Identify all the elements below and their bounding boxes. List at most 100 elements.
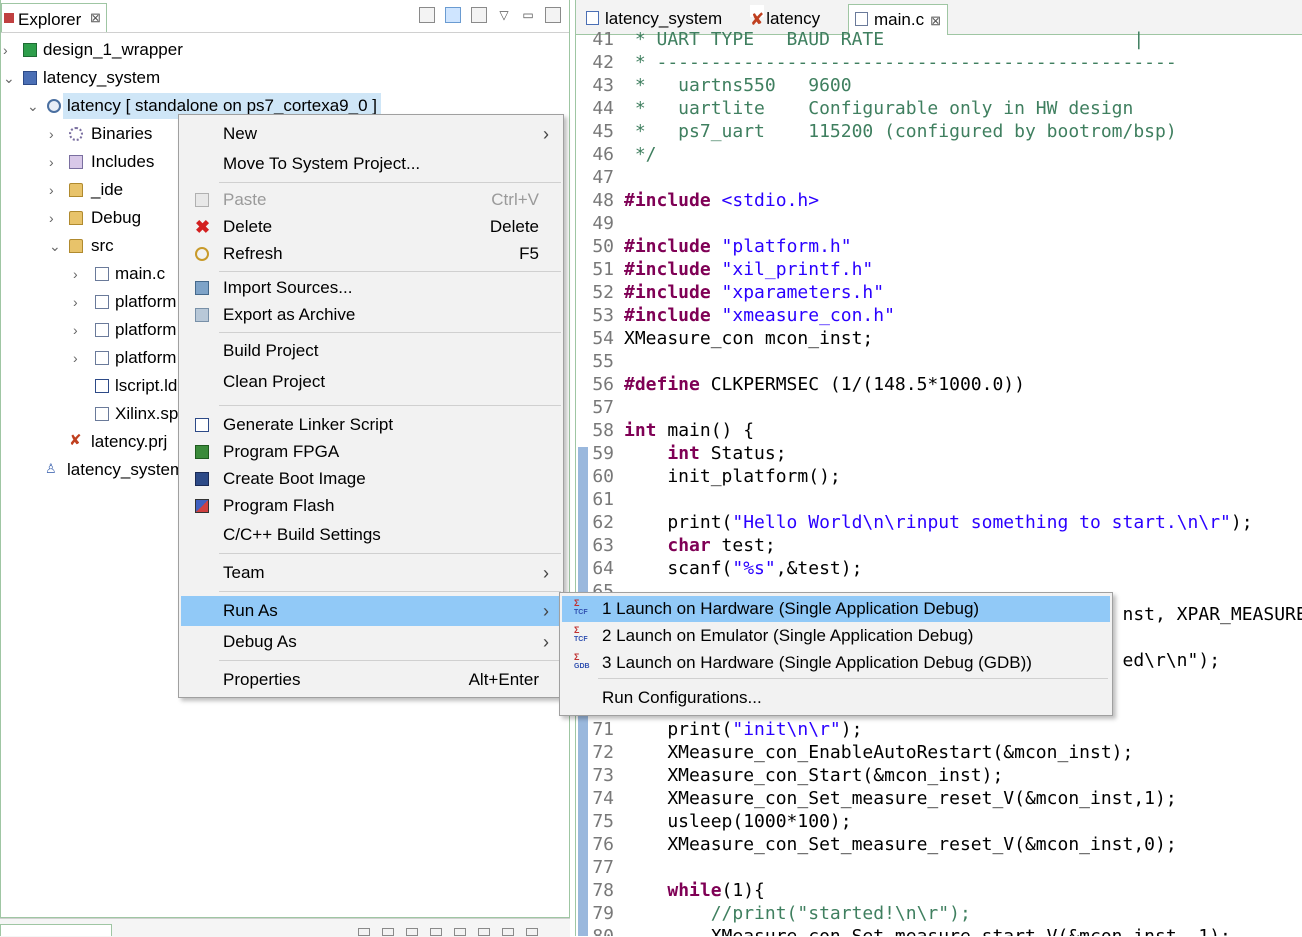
- menu-item-clean-project[interactable]: Clean Project: [181, 369, 561, 395]
- chevron-right-icon[interactable]: ›: [3, 37, 15, 63]
- tree-item-debug[interactable]: › Debug: [49, 205, 179, 231]
- menu-item-generate-linker-script[interactable]: Generate Linker Script: [181, 412, 561, 438]
- toolbar-icon[interactable]: [526, 928, 538, 936]
- toolbar-icon[interactable]: [502, 928, 514, 936]
- export-icon: [195, 308, 209, 322]
- tree-item-xilinx-spec[interactable]: Xilinx.sp: [73, 401, 179, 427]
- menu-item-run-as[interactable]: Run As ›: [181, 596, 561, 626]
- icon-glyph-sub: TCF: [574, 609, 588, 616]
- menu-item-team[interactable]: Team ›: [181, 560, 561, 586]
- menu-item-move-to-system-project[interactable]: Move To System Project...: [181, 151, 561, 177]
- menu-item-paste[interactable]: Paste Ctrl+V: [181, 187, 561, 213]
- toolbar-icon[interactable]: [478, 928, 490, 936]
- tree-item-latency-system-app[interactable]: ♙ latency_system: [25, 457, 179, 483]
- tree-item-src[interactable]: ⌄ src: [49, 233, 179, 259]
- menu-item-launch-on-emulator[interactable]: Σ TCF 2 Launch on Emulator (Single Applic…: [562, 623, 1110, 649]
- folder-icon: [69, 211, 83, 225]
- toolbar-icon[interactable]: [454, 928, 466, 936]
- menu-item-program-flash[interactable]: Program Flash: [181, 493, 561, 519]
- tree-item-latency-system[interactable]: ⌄ latency_system: [3, 65, 383, 91]
- menu-item-delete[interactable]: ✖ Delete Delete: [181, 214, 561, 240]
- boot-image-icon: [195, 472, 209, 486]
- filter-icon[interactable]: [471, 7, 487, 23]
- maximize-icon[interactable]: [545, 7, 561, 23]
- linker-script-icon: [195, 418, 209, 432]
- chevron-right-icon[interactable]: ›: [73, 317, 85, 343]
- line-number: 71: [592, 719, 614, 740]
- chevron-right-icon[interactable]: ›: [73, 289, 85, 315]
- tree-item-ide[interactable]: › _ide: [49, 177, 179, 203]
- menu-item-properties[interactable]: Properties Alt+Enter: [181, 667, 561, 693]
- menu-item-launch-on-hardware-gdb[interactable]: Σ GDB 3 Launch on Hardware (Single Applic…: [562, 650, 1110, 676]
- tree-item-design-1-wrapper[interactable]: › design_1_wrapper: [3, 37, 383, 63]
- chevron-right-icon[interactable]: ›: [49, 149, 61, 175]
- tree-item-lscript[interactable]: lscript.ld: [73, 373, 179, 399]
- link-with-editor-icon[interactable]: [445, 7, 461, 23]
- menu-item-refresh[interactable]: Refresh F5: [181, 241, 561, 267]
- menu-item-label: Run As: [223, 601, 278, 620]
- menu-item-launch-on-hardware[interactable]: Σ TCF 1 Launch on Hardware (Single Applic…: [562, 596, 1110, 622]
- menu-item-import-sources[interactable]: Import Sources...: [181, 275, 561, 301]
- code-text: scanf("%s",&test);: [624, 558, 863, 579]
- menu-item-cpp-build-settings[interactable]: C/C++ Build Settings: [181, 522, 561, 548]
- chevron-right-icon[interactable]: ›: [49, 177, 61, 203]
- line-number: 57: [592, 397, 614, 418]
- menu-item-label: New: [223, 124, 258, 143]
- tree-item-platform-h[interactable]: › platform: [73, 345, 179, 371]
- menu-item-run-configurations[interactable]: Run Configurations...: [562, 685, 1110, 711]
- menu-divider: [598, 678, 1108, 679]
- chevron-down-icon[interactable]: ⌄: [3, 65, 15, 91]
- icon-glyph: Σ: [574, 652, 580, 662]
- close-icon[interactable]: ⊠: [90, 10, 101, 26]
- toolbar-icon[interactable]: [382, 928, 394, 936]
- code-area[interactable]: 41 * UART TYPE BAUD RATE | 42 * ---------…: [576, 29, 1302, 936]
- code-text: #include "xil_printf.h": [624, 259, 874, 280]
- chevron-down-icon[interactable]: ⌄: [27, 93, 39, 119]
- menu-divider: [219, 405, 561, 406]
- menu-item-export-archive[interactable]: Export as Archive: [181, 302, 561, 328]
- tree-item-label: _ide: [91, 180, 124, 199]
- menu-item-build-project[interactable]: Build Project: [181, 338, 561, 364]
- chevron-right-icon[interactable]: ›: [49, 121, 61, 147]
- code-text: XMeasure_con_Set_measure_reset_V(&mcon_i…: [624, 834, 1177, 855]
- view-menu-icon[interactable]: ▽: [497, 8, 511, 22]
- tree-item-platform-config[interactable]: › platform: [73, 317, 179, 343]
- menu-item-label: Export as Archive: [223, 305, 356, 324]
- icon-glyph: Σ: [574, 598, 580, 608]
- menu-item-debug-as[interactable]: Debug As ›: [181, 629, 561, 655]
- line-number: 64: [592, 558, 614, 579]
- menu-item-new[interactable]: New ›: [181, 121, 561, 147]
- tree-item-main-c[interactable]: › main.c: [73, 261, 179, 287]
- bottom-panel-tab[interactable]: [0, 924, 112, 936]
- tree-item-platform-c[interactable]: › platform: [73, 289, 179, 315]
- line-number: 49: [592, 213, 614, 234]
- line-number: 73: [592, 765, 614, 786]
- chevron-right-icon[interactable]: ›: [73, 261, 85, 287]
- minimize-icon[interactable]: ▭: [521, 8, 535, 22]
- line-number: 47: [592, 167, 614, 188]
- toolbar-icon[interactable]: [358, 928, 370, 936]
- code-text: int Status;: [667, 443, 787, 464]
- gdb-launch-icon: Σ GDB: [574, 653, 592, 671]
- tree-item-latency-prj[interactable]: ✘ latency.prj: [49, 429, 179, 455]
- line-number: 45: [592, 121, 614, 142]
- tree-item-includes[interactable]: › Includes: [49, 149, 179, 175]
- chevron-right-icon[interactable]: ›: [49, 205, 61, 231]
- menu-item-label: 3 Launch on Hardware (Single Application…: [602, 653, 1032, 672]
- tree-item-label: Xilinx.sp: [115, 404, 179, 423]
- menu-item-create-boot-image[interactable]: Create Boot Image: [181, 466, 561, 492]
- chevron-down-icon[interactable]: ⌄: [49, 233, 61, 259]
- toolbar-icon[interactable]: [430, 928, 442, 936]
- toolbar-icon[interactable]: [406, 928, 418, 936]
- menu-item-program-fpga[interactable]: Program FPGA: [181, 439, 561, 465]
- delete-icon: ✖: [195, 217, 211, 237]
- close-icon[interactable]: ⊠: [930, 13, 941, 28]
- line-number: 51: [592, 259, 614, 280]
- tree-item-label: Debug: [91, 208, 142, 227]
- chevron-right-icon[interactable]: ›: [73, 345, 85, 371]
- line-number: 59: [592, 443, 614, 464]
- tab-explorer[interactable]: Explorer ⊠: [1, 3, 107, 33]
- menu-shortcut: Delete: [489, 217, 539, 236]
- tree-item-binaries[interactable]: › Binaries: [49, 121, 179, 147]
- collapse-all-icon[interactable]: [419, 7, 435, 23]
